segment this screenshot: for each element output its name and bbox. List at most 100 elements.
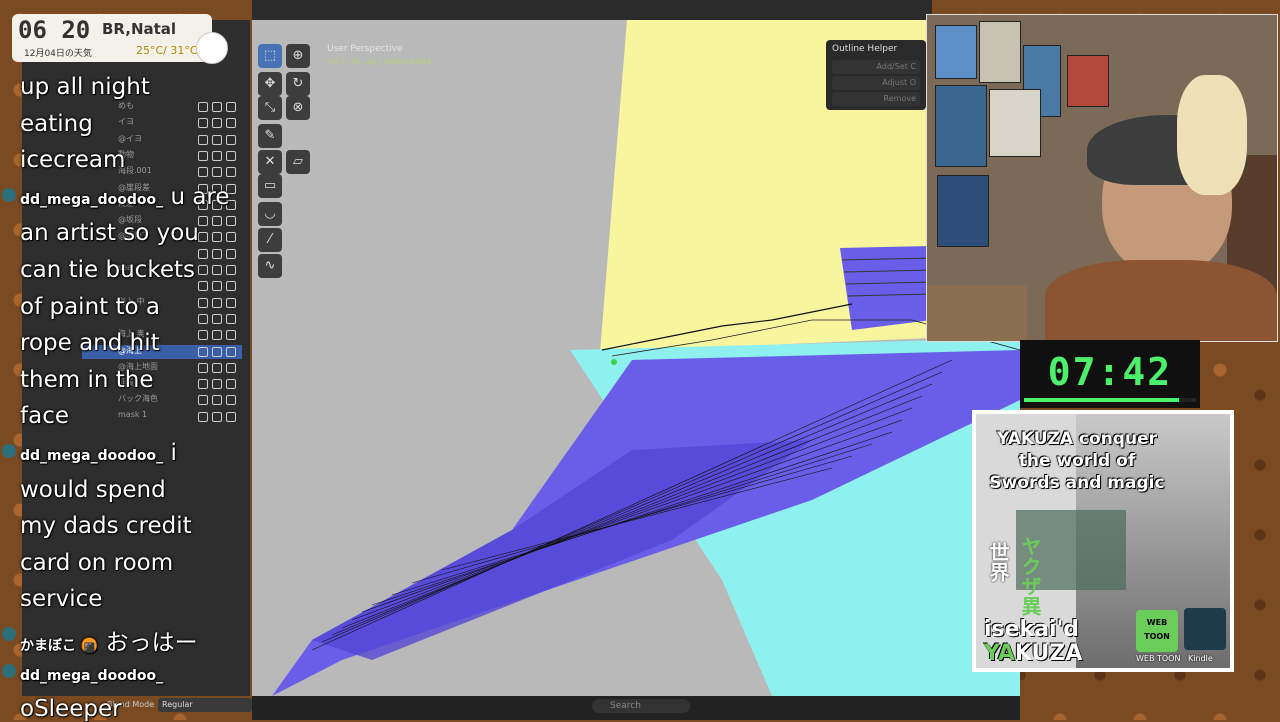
eye-icon[interactable] [212, 395, 222, 406]
eye-icon[interactable] [212, 167, 222, 178]
eye-icon[interactable] [198, 167, 208, 178]
layer-visibility-icons[interactable] [198, 313, 236, 324]
line-tool-icon[interactable]: ∿ [258, 254, 282, 278]
eye-icon[interactable] [226, 232, 236, 243]
rotate-tool-icon[interactable]: ↻ [286, 72, 310, 96]
eye-icon[interactable] [212, 281, 222, 292]
origin-marker [611, 359, 617, 365]
eye-icon[interactable] [198, 395, 208, 406]
eye-icon[interactable] [198, 330, 208, 341]
move-tool-icon[interactable]: ✥ [258, 72, 282, 96]
layer-visibility-icons[interactable] [198, 330, 236, 341]
shear-tool-icon[interactable]: ▱ [286, 150, 310, 174]
eye-icon[interactable] [212, 216, 222, 227]
eye-icon[interactable] [226, 346, 236, 357]
layer-visibility-icons[interactable] [198, 118, 236, 129]
eye-icon[interactable] [212, 232, 222, 243]
chat-message: face [20, 403, 69, 429]
layer-row[interactable]: mask 1 [82, 410, 242, 424]
layer-visibility-icons[interactable] [198, 150, 236, 161]
eye-icon[interactable] [198, 362, 208, 373]
adjust-button[interactable]: Adjust O [832, 76, 920, 90]
eye-icon[interactable] [226, 134, 236, 145]
eye-icon[interactable] [198, 248, 208, 259]
eye-icon[interactable] [198, 150, 208, 161]
layer-visibility-icons[interactable] [198, 134, 236, 145]
eye-icon[interactable] [226, 118, 236, 129]
eye-icon[interactable] [226, 167, 236, 178]
eye-icon[interactable] [198, 313, 208, 324]
view-perspective-label: User Perspective [327, 44, 403, 54]
3d-viewport[interactable]: User Perspective (0) 2 :3k :2p | GPencil… [252, 20, 1020, 696]
eye-icon[interactable] [212, 150, 222, 161]
eye-icon[interactable] [198, 118, 208, 129]
remove-button[interactable]: Remove [832, 92, 920, 106]
layer-visibility-icons[interactable] [198, 248, 236, 259]
layer-visibility-icons[interactable] [198, 297, 236, 308]
extrude-tool-icon[interactable]: ✕ [258, 150, 282, 174]
layer-row[interactable]: イヨ [82, 116, 242, 130]
layer-row[interactable]: めも [82, 100, 242, 114]
eye-icon[interactable] [198, 232, 208, 243]
eye-icon[interactable] [212, 411, 222, 422]
eye-icon[interactable] [212, 379, 222, 390]
layer-visibility-icons[interactable] [198, 395, 236, 406]
chat-username: dd_mega_doodoo_ [20, 667, 164, 684]
scale-tool-icon[interactable]: ⤡ [258, 96, 282, 120]
eye-icon[interactable] [226, 313, 236, 324]
annotate-tool-icon[interactable]: ✎ [258, 124, 282, 148]
layer-visibility-icons[interactable] [198, 216, 236, 227]
transform-tool-icon[interactable]: ⊗ [286, 96, 310, 120]
layer-visibility-icons[interactable] [198, 232, 236, 243]
eye-icon[interactable] [198, 297, 208, 308]
eye-icon[interactable] [198, 265, 208, 275]
eye-icon[interactable] [198, 411, 208, 422]
layer-visibility-icons[interactable] [198, 379, 236, 390]
layer-visibility-icons[interactable] [198, 265, 236, 275]
select-tool-icon[interactable]: ⬚ [258, 44, 282, 68]
layer-visibility-icons[interactable] [198, 167, 236, 178]
eye-icon[interactable] [226, 379, 236, 390]
eye-icon[interactable] [226, 395, 236, 406]
eye-icon[interactable] [226, 248, 236, 259]
layer-visibility-icons[interactable] [198, 411, 236, 422]
layer-visibility-icons[interactable] [198, 362, 236, 373]
bend-tool-icon[interactable]: ▭ [258, 174, 282, 198]
eye-icon[interactable] [212, 313, 222, 324]
eye-icon[interactable] [212, 248, 222, 259]
eye-icon[interactable] [226, 330, 236, 341]
eye-icon[interactable] [198, 346, 208, 357]
layer-visibility-icons[interactable] [198, 102, 236, 112]
eye-icon[interactable] [212, 102, 222, 112]
eye-icon[interactable] [212, 297, 222, 308]
eye-icon[interactable] [212, 346, 222, 357]
blend-mode-select[interactable]: Regular [158, 698, 252, 712]
eye-icon[interactable] [226, 297, 236, 308]
eye-icon[interactable] [226, 102, 236, 112]
eye-icon[interactable] [226, 216, 236, 227]
layer-visibility-icons[interactable] [198, 346, 236, 357]
eye-icon[interactable] [198, 281, 208, 292]
eye-icon[interactable] [212, 330, 222, 341]
eye-icon[interactable] [212, 362, 222, 373]
eye-icon[interactable] [198, 134, 208, 145]
eye-icon[interactable] [198, 102, 208, 112]
eye-icon[interactable] [226, 265, 236, 275]
eye-icon[interactable] [226, 281, 236, 292]
eye-icon[interactable] [212, 118, 222, 129]
layer-visibility-icons[interactable] [198, 281, 236, 292]
eye-icon[interactable] [198, 216, 208, 227]
add-set-button[interactable]: Add/Set C [832, 60, 920, 74]
cursor-tool-icon[interactable]: ⊕ [286, 44, 310, 68]
curve-tool-icon[interactable]: ◡ [258, 202, 282, 226]
search-field[interactable]: Search [592, 699, 690, 713]
eye-icon[interactable] [226, 411, 236, 422]
eye-icon[interactable] [226, 150, 236, 161]
eye-icon[interactable] [212, 265, 222, 275]
layer-row[interactable]: バック海色 [82, 393, 242, 407]
layer-row[interactable]: @イヨ [82, 133, 242, 147]
eye-icon[interactable] [212, 134, 222, 145]
eyedropper-tool-icon[interactable]: ⁄ [258, 228, 282, 252]
eye-icon[interactable] [198, 379, 208, 390]
eye-icon[interactable] [226, 362, 236, 373]
